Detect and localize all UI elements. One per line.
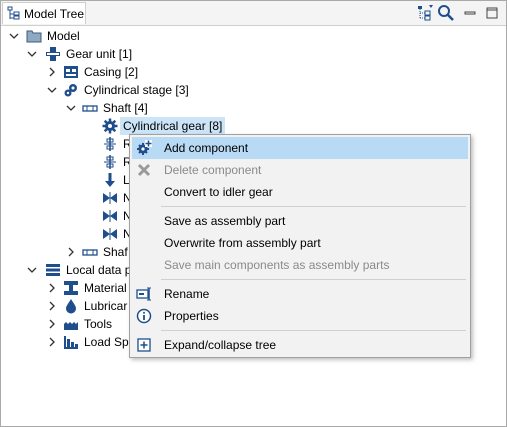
chevron-right-icon[interactable]: [47, 319, 57, 329]
menu-item-convert-idler[interactable]: Convert to idler gear: [132, 181, 468, 203]
gear-icon: [102, 118, 118, 134]
chevron-right-icon[interactable]: [47, 283, 57, 293]
tree-node-shaft-2[interactable]: Shaf: [1, 243, 141, 261]
tree-label: Model: [47, 29, 80, 43]
tab-bar: Model Tree: [1, 1, 506, 26]
gear-unit-icon: [46, 47, 60, 61]
tree-label: Local data p: [66, 263, 132, 277]
menu-item-overwrite-assembly[interactable]: Overwrite from assembly part: [132, 232, 468, 254]
chevron-down-icon[interactable]: [27, 265, 37, 275]
add-component-icon: [137, 140, 152, 155]
model-tree-panel: Model Tree Model Gear unit [1] Casing [2…: [0, 0, 507, 427]
expand-collapse-icon: [137, 338, 151, 352]
tree-label: Cylindrical gear [8]: [120, 117, 226, 135]
tree-label: Lubricar: [84, 299, 128, 313]
tree-node-model[interactable]: Model: [1, 27, 201, 45]
menu-item-properties[interactable]: Properties: [132, 305, 468, 327]
tab-title: Model Tree: [24, 7, 85, 21]
search-icon[interactable]: [437, 4, 455, 22]
menu-item-label: Convert to idler gear: [164, 185, 273, 199]
tree-node-casing[interactable]: Casing [2]: [1, 63, 201, 81]
tools-icon: [64, 322, 78, 330]
tree-node-r-1[interactable]: R: [1, 135, 141, 153]
tree-node-shaft-4[interactable]: Shaft [4]: [1, 99, 201, 117]
menu-item-label: Save main components as assembly parts: [164, 258, 390, 272]
menu-item-add-component[interactable]: Add component: [132, 137, 468, 159]
tree-label: Shaf: [103, 245, 128, 259]
rename-icon: [136, 287, 151, 301]
chevron-right-icon[interactable]: [47, 67, 57, 77]
tree-node-r-2[interactable]: R: [1, 153, 141, 171]
menu-item-label: Save as assembly part: [164, 214, 286, 228]
tree-node-local-data[interactable]: Local data p: [1, 261, 141, 279]
tree-label: Casing [2]: [84, 65, 139, 79]
chevron-right-icon[interactable]: [66, 247, 76, 257]
tree-node-l[interactable]: L: [1, 171, 141, 189]
tab-model-tree[interactable]: Model Tree: [2, 2, 86, 24]
tree-label: Shaft [4]: [103, 101, 148, 115]
chevron-right-icon[interactable]: [47, 337, 57, 347]
minimize-icon[interactable]: [461, 4, 479, 22]
rolling-bearing-icon: [104, 137, 116, 151]
tree-view-icon: [7, 6, 20, 20]
menu-item-label: Delete component: [164, 163, 262, 177]
notch-icon: [103, 210, 117, 222]
notch-icon: [103, 192, 117, 204]
context-menu: Add component Delete component Convert t…: [129, 134, 471, 358]
tree-node-tools[interactable]: Tools: [1, 315, 141, 333]
menu-item-label: Expand/collapse tree: [164, 338, 277, 352]
tree-node-cylindrical-stage[interactable]: Cylindrical stage [3]: [1, 81, 221, 99]
gears-icon: [64, 84, 77, 97]
tree-label: Material: [84, 281, 127, 295]
menu-item-label: Add component: [164, 141, 249, 155]
menu-item-label: Properties: [164, 309, 219, 323]
material-icon: [64, 281, 78, 295]
menu-separator: [161, 206, 466, 207]
menu-item-expand-collapse[interactable]: Expand/collapse tree: [132, 334, 468, 356]
database-icon: [46, 264, 60, 276]
maximize-icon[interactable]: [483, 4, 501, 22]
tree-node-n-1[interactable]: N: [1, 189, 141, 207]
tree-node-cylindrical-gear[interactable]: Cylindrical gear [8]: [1, 117, 241, 135]
tree-label: Gear unit [1]: [66, 47, 133, 61]
chevron-down-icon[interactable]: [27, 49, 37, 59]
menu-item-save-main[interactable]: Save main components as assembly parts: [132, 254, 468, 276]
rolling-bearing-icon: [104, 155, 116, 169]
delete-icon: [137, 163, 151, 177]
menu-item-save-assembly[interactable]: Save as assembly part: [132, 210, 468, 232]
notch-icon: [103, 228, 117, 240]
oil-drop-icon: [66, 299, 76, 314]
tree-filter-icon[interactable]: [416, 4, 434, 22]
chevron-down-icon[interactable]: [9, 31, 19, 41]
menu-item-label: Overwrite from assembly part: [164, 236, 321, 250]
tree-node-n-3[interactable]: N: [1, 225, 141, 243]
info-icon: [136, 308, 152, 324]
folder-icon: [26, 30, 42, 43]
menu-item-label: Rename: [164, 287, 210, 301]
chevron-right-icon[interactable]: [47, 301, 57, 311]
arrow-down-icon: [105, 173, 115, 187]
shaft-icon: [82, 105, 98, 112]
chevron-down-icon[interactable]: [66, 103, 76, 113]
tree-node-gear-unit[interactable]: Gear unit [1]: [1, 45, 201, 63]
tree-node-materials[interactable]: Material: [1, 279, 141, 297]
menu-separator: [161, 279, 466, 280]
shaft-icon: [82, 249, 98, 256]
casing-icon: [64, 66, 78, 78]
tree-label: Tools: [84, 317, 113, 331]
tree-node-lubricants[interactable]: Lubricar: [1, 297, 141, 315]
tree-label: Load Sp: [84, 335, 129, 349]
tree-node-n-2[interactable]: N: [1, 207, 141, 225]
tree-node-load-spectra[interactable]: Load Sp: [1, 333, 141, 351]
menu-separator: [161, 330, 466, 331]
menu-item-rename[interactable]: Rename: [132, 283, 468, 305]
chevron-down-icon[interactable]: [47, 85, 57, 95]
tree-label: Cylindrical stage [3]: [84, 83, 189, 97]
menu-item-delete-component[interactable]: Delete component: [132, 159, 468, 181]
load-spectrum-icon: [64, 336, 78, 349]
